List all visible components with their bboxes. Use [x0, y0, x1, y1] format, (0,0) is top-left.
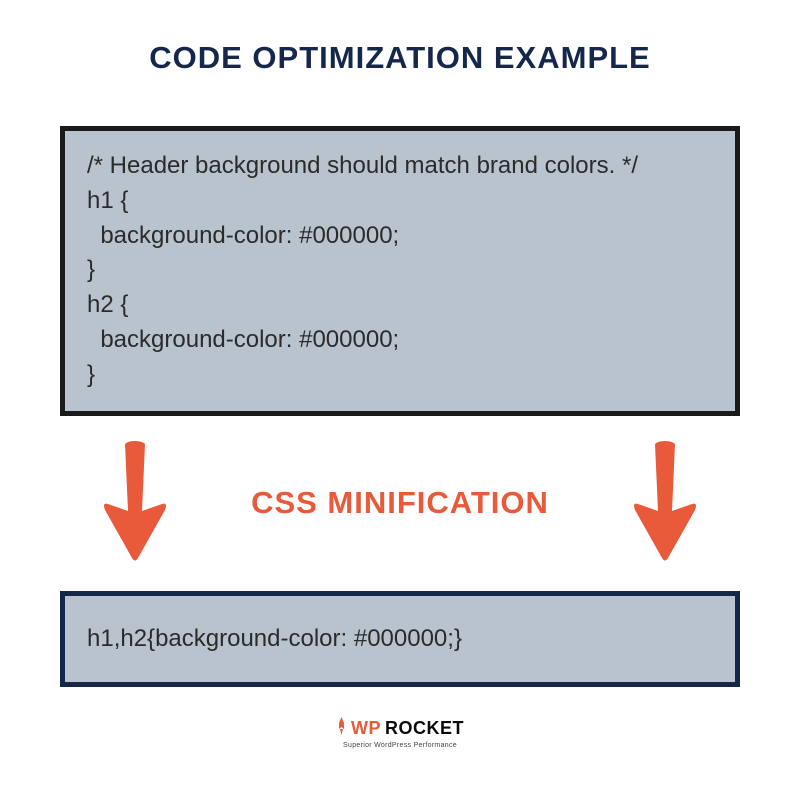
logo-wp-text: WP — [351, 718, 381, 739]
arrow-down-icon — [90, 436, 180, 571]
logo-text: WP ROCKET — [336, 717, 464, 740]
page-title: CODE OPTIMIZATION EXAMPLE — [149, 40, 651, 76]
before-code-box: /* Header background should match brand … — [60, 126, 740, 416]
after-code-text: h1,h2{background-color: #000000;} — [87, 622, 713, 657]
logo-tagline: Superior WordPress Performance — [343, 742, 457, 749]
logo-rocket-text: ROCKET — [385, 718, 464, 739]
after-code-box: h1,h2{background-color: #000000;} — [60, 591, 740, 688]
before-code-text: /* Header background should match brand … — [87, 149, 713, 393]
transformation-row: CSS MINIFICATION — [60, 416, 740, 591]
wp-rocket-logo: WP ROCKET Superior WordPress Performance — [336, 717, 464, 749]
rocket-icon — [336, 717, 351, 740]
arrow-down-icon — [620, 436, 710, 571]
process-label: CSS MINIFICATION — [251, 485, 549, 521]
